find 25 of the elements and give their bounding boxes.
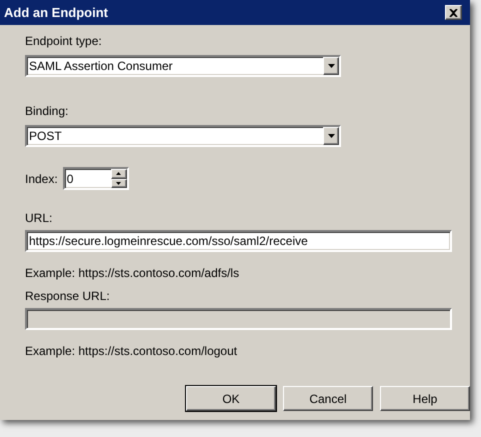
cancel-button[interactable]: Cancel [283,386,373,411]
help-button[interactable]: Help [380,386,470,411]
example-hint: Example: https://sts.contoso.com/adfs/ls [25,266,240,280]
dropdown-button[interactable] [323,127,339,145]
dropdown[interactable]: POST [25,125,341,147]
dropdown-button[interactable] [323,57,339,75]
close-icon [449,8,458,16]
field-label: Index: [25,172,58,186]
caret-icon [328,134,334,138]
down-arrow-icon [116,182,122,185]
text-field[interactable]: https://secure.logmeinrescue.com/sso/saml2/receive [25,230,452,252]
spin-box[interactable]: 0 [62,167,129,190]
caret-icon [328,64,334,68]
up-arrow-icon [116,172,122,176]
field-label: Response URL: [25,288,111,304]
close-button[interactable] [445,5,462,20]
field-label: Endpoint type: [25,33,103,49]
ok-button[interactable]: OK [186,386,276,411]
field-label: URL: [25,210,54,226]
window-title: Add an Endpoint [4,5,108,20]
dropdown[interactable]: SAML Assertion Consumer [25,55,341,77]
field-label: Binding: [25,103,70,119]
example-hint: Example: https://sts.contoso.com/logout [25,344,238,358]
spin-down-button[interactable] [110,178,127,188]
spin-up-button[interactable] [110,169,127,178]
